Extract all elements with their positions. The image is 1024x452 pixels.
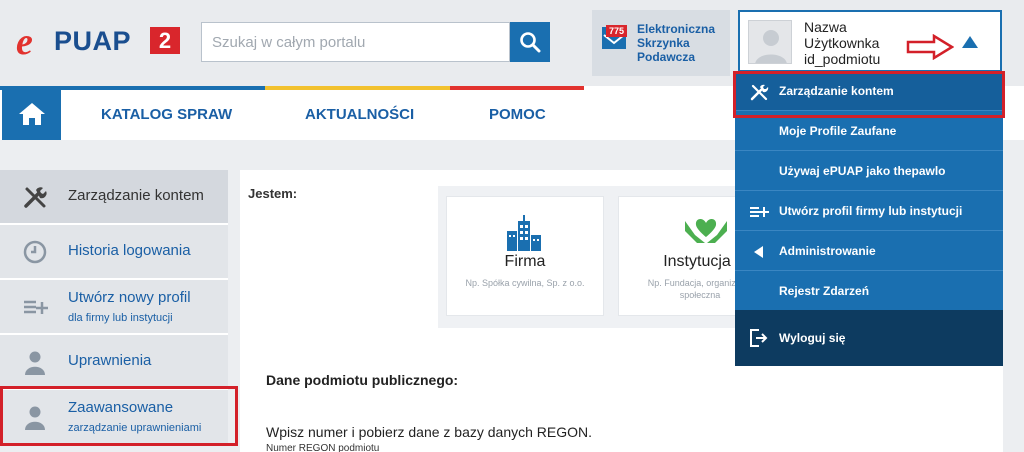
- person-icon: [25, 351, 45, 375]
- logout-label: Wyloguj się: [779, 331, 846, 345]
- sidebar-item-label: Uprawnienia: [68, 352, 152, 369]
- menu-item-label: Używaj ePUAP jako thepawlo: [779, 164, 946, 178]
- add-list-icon: [750, 207, 769, 217]
- triangle-left-icon: [754, 246, 763, 258]
- jestem-label: Jestem:: [248, 186, 298, 201]
- user-name-line1: Nazwa: [804, 19, 847, 35]
- tile-title: Firma: [504, 253, 546, 270]
- tools-icon: [24, 187, 47, 208]
- epuap-logo[interactable]: e PUAP 2: [16, 21, 184, 63]
- nav-aktualnosci[interactable]: AKTUALNOŚCI: [305, 106, 414, 123]
- tile-firma[interactable]: Firma Np. Spółka cywilna, Sp. z o.o.: [446, 196, 604, 316]
- menu-item-utworz-profil[interactable]: Utwórz profil firmy lub instytucji: [735, 192, 1003, 231]
- search-icon: [520, 32, 541, 53]
- collapse-menu-icon[interactable]: [962, 36, 978, 48]
- home-button[interactable]: [2, 88, 61, 140]
- menu-item-label: Moje Profile Zaufane: [779, 124, 897, 138]
- sidebar-item-utworz-profil[interactable]: Utwórz nowy profil dla firmy lub instytu…: [0, 280, 228, 335]
- user-menu[interactable]: Nazwa Użytkownka id_podmiotu: [738, 10, 1002, 72]
- sidebar-item-label: Historia logowania: [68, 242, 191, 259]
- menu-item-label: Zarządzanie kontem: [779, 84, 894, 98]
- add-list-icon: [24, 300, 48, 314]
- nav-stripe-yellow: [265, 86, 450, 90]
- logo-name: PUAP: [54, 26, 132, 56]
- sidebar-item-label: Zaawansowane: [68, 399, 174, 416]
- tools-icon: [750, 84, 769, 101]
- menu-item-moje-profile-zaufane[interactable]: Moje Profile Zaufane: [735, 112, 1003, 151]
- logo-mark: e: [16, 21, 33, 63]
- hands-heart-icon: [685, 219, 727, 243]
- sidebar-item-label: Utwórz nowy profil: [68, 289, 191, 306]
- avatar: [748, 20, 792, 64]
- search-button[interactable]: [510, 22, 550, 62]
- esp-label: Elektroniczna Skrzynka Podawcza: [637, 22, 727, 64]
- menu-item-label: Utwórz profil firmy lub instytucji: [779, 204, 963, 218]
- menu-item-zarzadzanie-kontem[interactable]: Zarządzanie kontem: [735, 72, 1003, 111]
- nav-katalog-spraw[interactable]: KATALOG SPRAW: [101, 106, 232, 123]
- sidebar-item-zarzadzanie-kontem[interactable]: Zarządzanie kontem: [0, 170, 228, 225]
- logout-button[interactable]: Wyloguj się: [735, 310, 1003, 366]
- nav-stripe-red: [450, 86, 584, 90]
- sidebar-item-zaawansowane[interactable]: Zaawansowane zarządzanie uprawnieniami: [0, 390, 228, 445]
- tile-subtitle: Np. Spółka cywilna, Sp. z o.o.: [465, 278, 585, 288]
- regon-instruction: Wpisz numer i pobierz dane z bazy danych…: [266, 424, 593, 440]
- person-icon: [25, 406, 45, 430]
- buildings-icon: [507, 215, 541, 251]
- section-title: Dane podmiotu publicznego:: [266, 372, 459, 388]
- annotation-arrow-icon: [906, 34, 954, 60]
- esp-label-line3: Podawcza: [637, 50, 696, 64]
- esp-link[interactable]: 775 Elektroniczna Skrzynka Podawcza: [592, 10, 730, 76]
- regon-field-label: Numer REGON podmiotu: [266, 443, 380, 452]
- sidebar: Zarządzanie kontem Historia logowania Ut…: [0, 170, 228, 452]
- menu-item-label: Administrowanie: [779, 244, 876, 258]
- sidebar-item-historia-logowania[interactable]: Historia logowania: [0, 225, 228, 280]
- menu-item-administrowanie[interactable]: Administrowanie: [735, 232, 1003, 271]
- sidebar-item-uprawnienia[interactable]: Uprawnienia: [0, 335, 228, 390]
- user-info: Nazwa Użytkownka id_podmiotu: [804, 19, 880, 67]
- nav-pomoc[interactable]: POMOC: [489, 106, 546, 123]
- menu-item-rejestr-zdarzen[interactable]: Rejestr Zdarzeń: [735, 272, 1003, 311]
- sidebar-item-sublabel: dla firmy lub instytucji: [68, 312, 173, 324]
- search-input[interactable]: [201, 22, 510, 62]
- esp-count-badge: 775: [606, 25, 628, 37]
- esp-label-line2: Skrzynka: [637, 36, 690, 50]
- home-icon: [18, 103, 45, 125]
- user-id: id_podmiotu: [804, 51, 881, 67]
- clock-icon: [23, 240, 47, 264]
- sidebar-item-label: Zarządzanie kontem: [68, 187, 204, 204]
- logout-icon: [750, 329, 768, 347]
- logo-number: 2: [150, 27, 180, 54]
- menu-item-uzywaj-epuap-jako[interactable]: Używaj ePUAP jako thepawlo: [735, 152, 1003, 191]
- menu-item-label: Rejestr Zdarzeń: [779, 284, 870, 298]
- sidebar-item-sublabel: zarządzanie uprawnieniami: [68, 422, 202, 434]
- user-name-line2: Użytkownka: [804, 35, 880, 51]
- esp-label-line1: Elektroniczna: [637, 22, 716, 36]
